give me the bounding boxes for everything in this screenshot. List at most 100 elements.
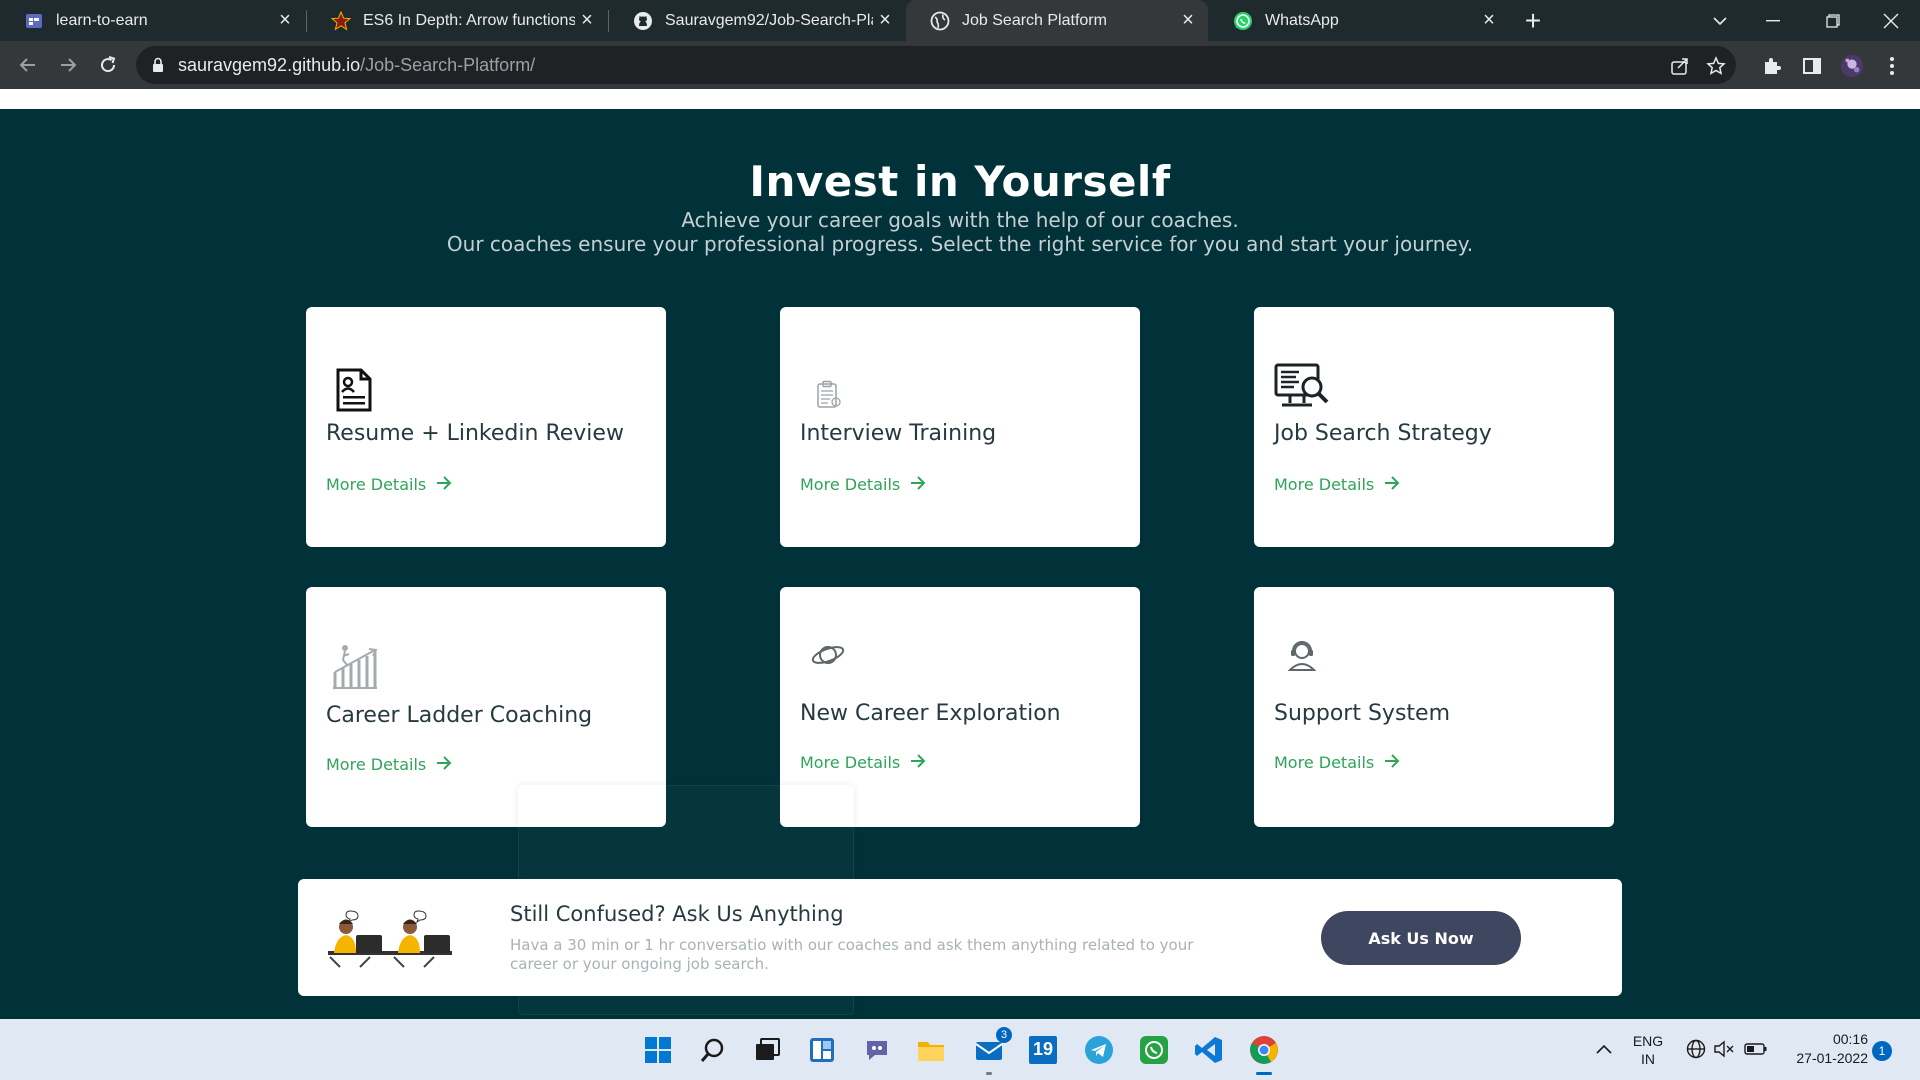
invest-section: Invest in Yourself Achieve your career g… <box>0 109 1920 1019</box>
url-text: sauravgem92.github.io/Job-Search-Platfor… <box>178 55 535 76</box>
arrow-right-icon <box>1384 475 1400 494</box>
calendar-icon <box>24 11 44 31</box>
tab-es6-arrow-functions[interactable]: ES6 In Depth: Arrow functions - M × <box>307 0 607 41</box>
restore-button[interactable] <box>1808 0 1858 41</box>
task-view-icon[interactable] <box>748 1031 786 1069</box>
more-details-label: More Details <box>1274 753 1375 772</box>
network-globe-icon[interactable] <box>1684 1039 1708 1062</box>
service-card-support[interactable]: Support System More Details <box>1254 587 1614 827</box>
arrow-right-icon <box>436 755 452 774</box>
more-details-link[interactable]: More Details <box>800 753 926 772</box>
more-details-label: More Details <box>1274 475 1375 494</box>
tab-whatsapp[interactable]: WhatsApp × <box>1209 0 1509 41</box>
start-windows-icon[interactable] <box>639 1031 677 1069</box>
telegram-icon[interactable] <box>1080 1031 1118 1069</box>
forward-button[interactable] <box>52 49 84 81</box>
coaches-illustration <box>326 909 454 969</box>
reload-button[interactable] <box>92 49 124 81</box>
planet-icon <box>800 627 856 683</box>
close-icon[interactable]: × <box>873 9 897 33</box>
url-path: /Job-Search-Platform/ <box>360 55 536 75</box>
vscode-icon[interactable] <box>1190 1031 1228 1069</box>
widgets-icon[interactable] <box>803 1031 841 1069</box>
whatsapp-app-icon[interactable] <box>1135 1031 1173 1069</box>
calendar-day-number: 19 <box>1032 1039 1054 1059</box>
support-agent-icon <box>1274 627 1330 683</box>
more-details-link[interactable]: More Details <box>1274 475 1400 494</box>
tab-title: ES6 In Depth: Arrow functions - M <box>363 11 575 29</box>
minimize-button[interactable] <box>1748 0 1798 41</box>
address-bar[interactable]: sauravgem92.github.io/Job-Search-Platfor… <box>136 46 1736 84</box>
globe-icon <box>930 11 950 31</box>
tab-job-search-platform[interactable]: Job Search Platform × <box>906 0 1208 41</box>
tab-title: WhatsApp <box>1265 11 1339 29</box>
more-details-link[interactable]: More Details <box>800 475 926 494</box>
close-icon[interactable]: × <box>1176 9 1200 33</box>
tab-learn-to-earn[interactable]: learn-to-earn × <box>0 0 305 41</box>
calendar-app-icon[interactable]: 19 <box>1024 1031 1062 1069</box>
show-hidden-icons-chevron[interactable] <box>1594 1041 1614 1057</box>
section-subtitle-line-1: Achieve your career goals with the help … <box>681 208 1239 232</box>
browser-menu-icon[interactable] <box>1880 54 1904 78</box>
more-details-label: More Details <box>800 475 901 494</box>
banner-title: Still Confused? Ask Us Anything <box>510 902 844 926</box>
service-title: Career Ladder Coaching <box>326 703 593 728</box>
service-title: Resume + Linkedin Review <box>326 421 624 446</box>
tab-title: Job Search Platform <box>962 11 1107 29</box>
tab-search-chevron-icon[interactable] <box>1695 0 1745 41</box>
resume-icon <box>326 362 382 418</box>
tab-github-repo[interactable]: Sauravgem92/Job-Search-Platfor × <box>609 0 905 41</box>
more-details-label: More Details <box>800 753 901 772</box>
star-icon <box>331 10 351 31</box>
service-card-interview[interactable]: Interview Training More Details <box>780 307 1140 547</box>
side-panel-icon[interactable] <box>1800 54 1824 78</box>
service-title: Job Search Strategy <box>1274 421 1492 446</box>
new-tab-button[interactable]: + <box>1518 5 1548 36</box>
more-details-label: More Details <box>326 755 427 774</box>
section-title: Invest in Yourself <box>749 157 1171 206</box>
volume-muted-icon[interactable] <box>1712 1039 1736 1062</box>
more-details-link[interactable]: More Details <box>326 755 452 774</box>
service-title: Support System <box>1274 701 1450 726</box>
ask-us-now-button[interactable]: Ask Us Now <box>1321 911 1521 965</box>
mail-unread-badge: 3 <box>996 1027 1012 1043</box>
notification-count-badge[interactable]: 1 <box>1872 1041 1892 1061</box>
bookmark-star-icon[interactable] <box>1705 55 1727 77</box>
clock-time: 00:16 <box>1832 1031 1868 1047</box>
lock-icon[interactable] <box>152 57 164 78</box>
mail-icon[interactable]: 3 <box>970 1027 1012 1075</box>
profile-avatar[interactable] <box>1840 54 1864 78</box>
whatsapp-icon <box>1233 11 1253 31</box>
language-code: ENG <box>1632 1033 1664 1049</box>
search-icon[interactable] <box>694 1031 732 1069</box>
close-icon[interactable]: × <box>273 9 297 33</box>
url-host: sauravgem92.github.io <box>178 55 361 75</box>
language-indicator[interactable]: ENG IN <box>1628 1033 1668 1067</box>
growth-ladder-icon <box>326 639 382 695</box>
teams-chat-icon[interactable] <box>858 1031 896 1069</box>
region-code: IN <box>1641 1051 1655 1067</box>
clock[interactable]: 00:16 27-01-2022 <box>1778 1031 1868 1066</box>
chrome-icon[interactable] <box>1245 1031 1283 1075</box>
close-icon[interactable]: × <box>1477 9 1501 33</box>
close-window-button[interactable] <box>1866 0 1916 41</box>
service-title: New Career Exploration <box>800 701 1061 726</box>
battery-icon[interactable] <box>1742 1039 1770 1062</box>
arrow-right-icon <box>1384 753 1400 772</box>
service-card-job-search[interactable]: Job Search Strategy More Details <box>1254 307 1614 547</box>
browser-tab-strip: learn-to-earn × ES6 In Depth: Arrow func… <box>0 0 1920 41</box>
more-details-label: More Details <box>326 475 427 494</box>
share-icon[interactable] <box>1669 55 1691 77</box>
browser-toolbar: sauravgem92.github.io/Job-Search-Platfor… <box>0 41 1920 89</box>
more-details-link[interactable]: More Details <box>326 475 452 494</box>
clock-date: 27-01-2022 <box>1796 1050 1868 1066</box>
close-icon[interactable]: × <box>575 9 599 33</box>
file-explorer-icon[interactable] <box>912 1031 950 1069</box>
windows-taskbar: 3 19 ENG IN 00:16 27-01-2022 <box>0 1019 1920 1080</box>
extensions-puzzle-icon[interactable] <box>1760 54 1784 78</box>
arrow-right-icon <box>910 475 926 494</box>
back-button[interactable] <box>12 49 44 81</box>
more-details-link[interactable]: More Details <box>1274 753 1400 772</box>
service-title: Interview Training <box>800 421 997 446</box>
service-card-resume[interactable]: Resume + Linkedin Review More Details <box>306 307 666 547</box>
